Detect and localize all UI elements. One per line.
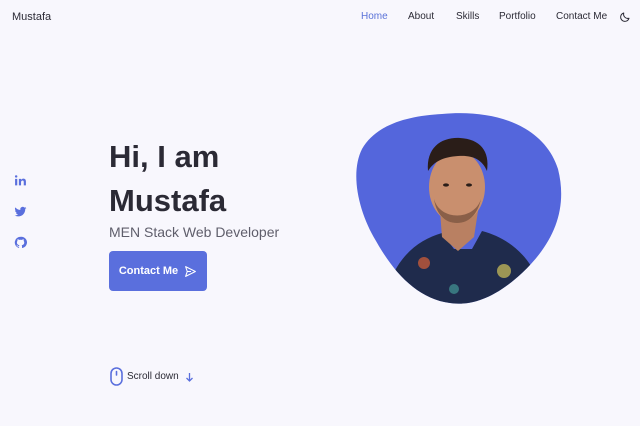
hero-title: Hi, I am Mustafa — [109, 135, 339, 223]
nav-portfolio[interactable]: Portfolio — [499, 11, 536, 22]
twitter-icon[interactable] — [14, 205, 27, 218]
scroll-down-label: Scroll down — [127, 371, 179, 382]
contact-me-button[interactable]: Contact Me — [109, 251, 207, 291]
hero-title-line2: Mustafa — [109, 183, 227, 218]
nav-home[interactable]: Home — [361, 11, 388, 22]
nav-contact-me[interactable]: Contact Me — [556, 11, 607, 22]
hero-subtitle: MEN Stack Web Developer — [109, 224, 280, 240]
linkedin-icon[interactable] — [14, 174, 27, 187]
nav-about[interactable]: About — [408, 11, 434, 22]
contact-me-button-label: Contact Me — [118, 265, 179, 277]
logo[interactable]: Mustafa — [12, 11, 51, 23]
moon-icon[interactable] — [619, 11, 631, 23]
github-icon[interactable] — [14, 236, 27, 249]
hero-title-line1: Hi, I am — [109, 139, 220, 174]
scroll-down[interactable]: Scroll down — [110, 367, 194, 386]
profile-photo — [356, 113, 562, 304]
nav-skills[interactable]: Skills — [456, 11, 479, 22]
send-icon — [185, 265, 197, 277]
mouse-icon — [110, 367, 123, 386]
arrow-down-icon — [185, 372, 193, 382]
site-header: Mustafa Home About Skills Portfolio Cont… — [0, 0, 640, 36]
